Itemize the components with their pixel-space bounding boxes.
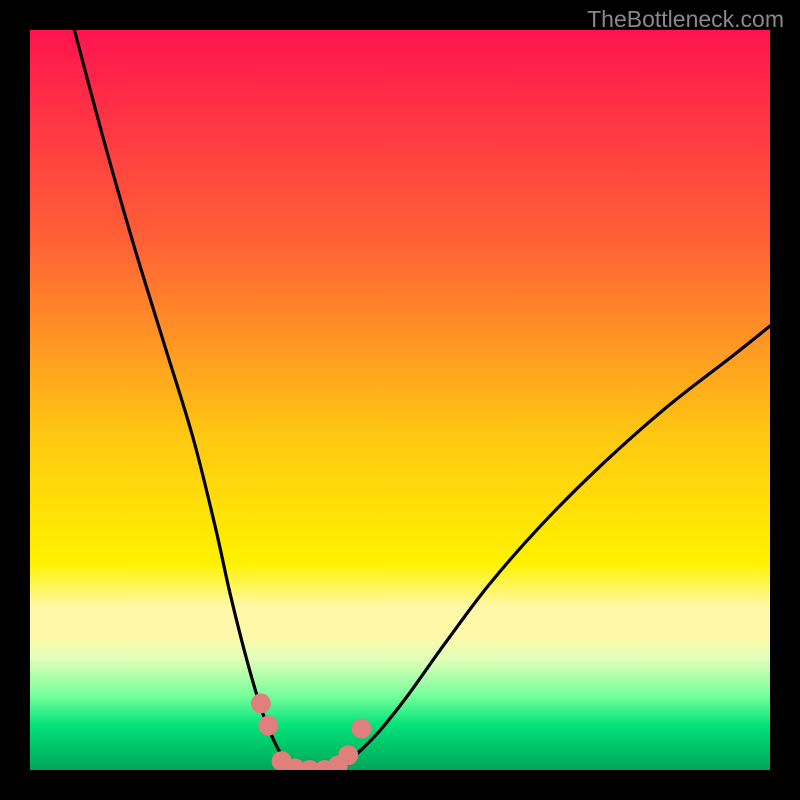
marker-point — [352, 719, 372, 739]
marker-point — [251, 693, 271, 713]
plot-area — [30, 30, 770, 770]
marker-point — [258, 716, 278, 736]
chart-canvas — [30, 30, 770, 770]
gradient-background — [30, 30, 770, 770]
marker-point — [338, 745, 358, 765]
watermark-text: TheBottleneck.com — [587, 6, 784, 33]
